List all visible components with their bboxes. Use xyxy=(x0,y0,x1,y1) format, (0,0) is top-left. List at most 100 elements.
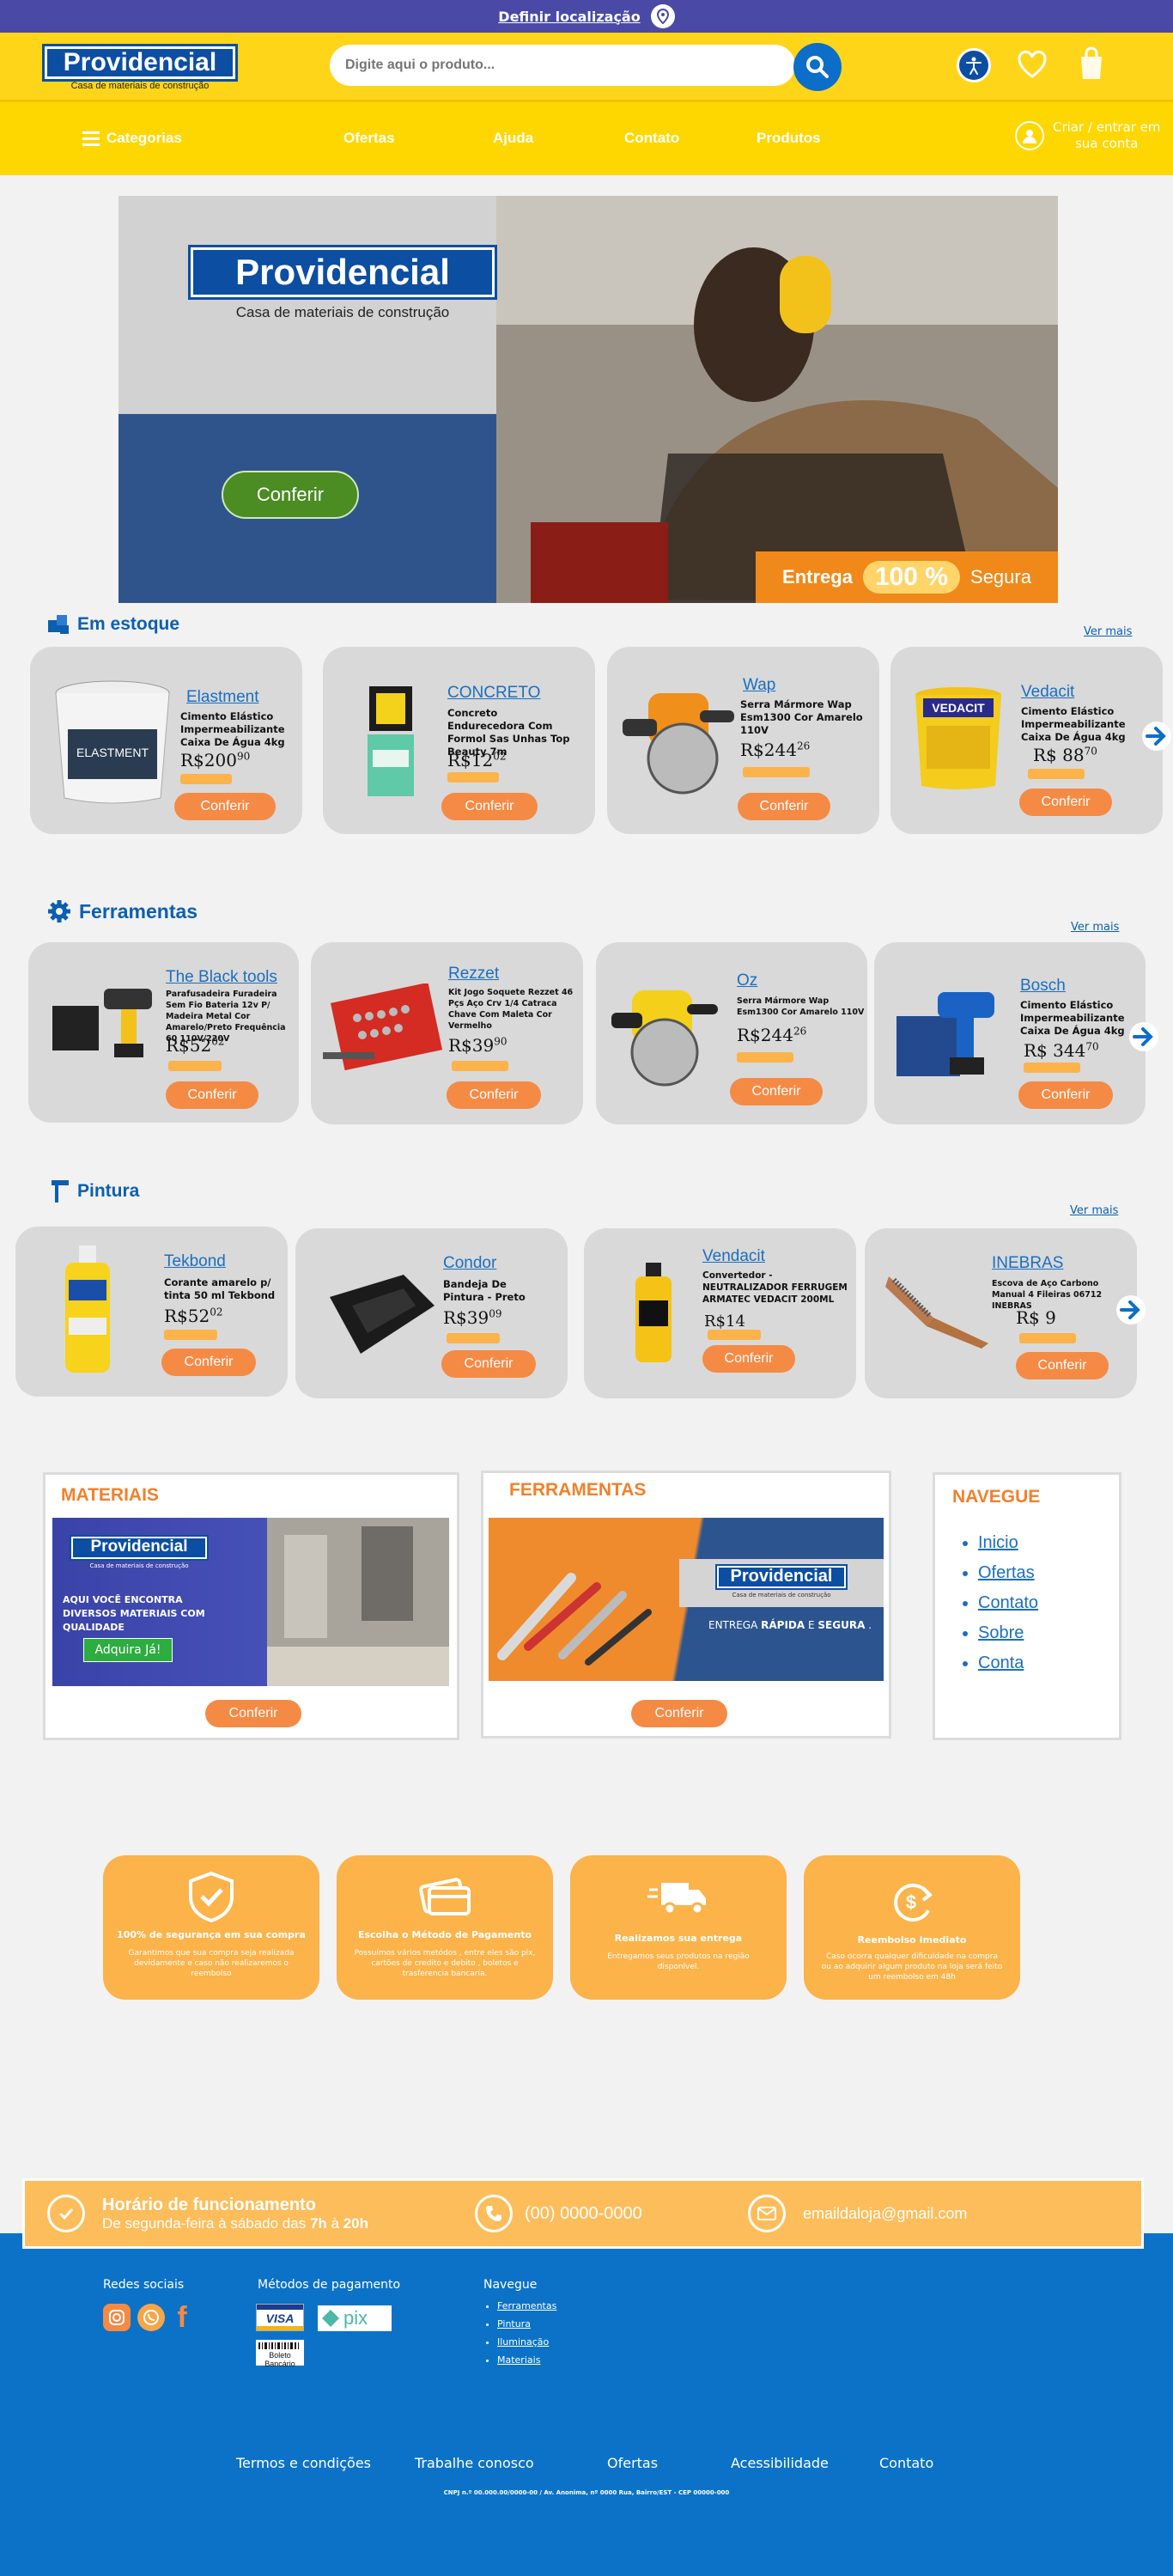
product-brand[interactable]: Oz xyxy=(737,971,757,990)
adquira-button[interactable]: Adquira Já! xyxy=(83,1638,173,1662)
product-brand[interactable]: Wap xyxy=(743,676,775,695)
whatsapp-icon[interactable] xyxy=(137,2304,165,2331)
accessibility-button[interactable] xyxy=(957,48,991,82)
product-description: Convertedor - NEUTRALIZADOR FERRUGEM ARM… xyxy=(702,1270,848,1305)
product-brand[interactable]: Elastment xyxy=(186,688,258,707)
navegue-item[interactable]: Contato xyxy=(978,1593,1038,1613)
product-brand[interactable]: INEBRAS xyxy=(992,1254,1063,1273)
product-image xyxy=(885,1276,988,1349)
footer-social-title: Redes sociais xyxy=(103,2278,185,2292)
nav-contato[interactable]: Contato xyxy=(624,130,679,147)
email-icon xyxy=(748,2195,786,2232)
conferir-button[interactable]: Conferir xyxy=(738,793,830,820)
instagram-icon[interactable] xyxy=(103,2304,131,2331)
login-link[interactable]: Criar / entrar em sua conta xyxy=(1015,119,1161,152)
carousel-next-button[interactable] xyxy=(1142,722,1171,751)
product-brand[interactable]: The Black tools xyxy=(166,968,277,987)
feature-desc: Possuímos vários metódos , entre eles sã… xyxy=(354,1949,536,1978)
footer-link[interactable]: Materiais xyxy=(497,2354,556,2366)
navegue-list: Inicio Ofertas Contato Sobre Conta xyxy=(978,1533,1038,1684)
cnpj-text: CNPJ n.º 00.000.00/0000-00 / Av. Anonima… xyxy=(443,2489,730,2496)
banner-conferir-button[interactable]: Conferir xyxy=(222,471,359,519)
product-card[interactable]: Rezzet Kit Jogo Soquete Rezzet 46 Pçs Aç… xyxy=(311,942,583,1124)
product-card[interactable]: Bosch Cimento Elástico Impermeabilizante… xyxy=(874,942,1146,1124)
favorites-heart-icon[interactable] xyxy=(1017,50,1048,79)
ferramentas-conferir-button[interactable]: Conferir xyxy=(631,1700,727,1727)
footer-ofertas-link[interactable]: Ofertas xyxy=(607,2455,658,2471)
conferir-button[interactable]: Conferir xyxy=(702,1345,795,1373)
materiais-logo: Providencial xyxy=(70,1535,209,1561)
conferir-button[interactable]: Conferir xyxy=(174,793,276,820)
conferir-button[interactable]: Conferir xyxy=(1019,789,1112,816)
footer-accessibility-link[interactable]: Acessibilidade xyxy=(731,2455,829,2471)
categories-menu[interactable]: Categorias xyxy=(82,130,182,147)
footer-work-link[interactable]: Trabalhe conosco xyxy=(415,2455,534,2471)
navegue-item[interactable]: Ofertas xyxy=(978,1563,1038,1583)
ver-mais-link[interactable]: Ver mais xyxy=(1071,921,1119,934)
location-pin-icon[interactable] xyxy=(650,4,675,28)
footer-payment-title: Métodos de pagamento xyxy=(258,2278,401,2292)
product-card[interactable]: ELASTMENT Elastment Cimento Elástico Imp… xyxy=(30,647,302,834)
shield-check-icon xyxy=(189,1871,234,1922)
product-price: R$3990 xyxy=(448,1035,507,1056)
site-logo[interactable]: Providencial xyxy=(42,44,238,82)
phone-number[interactable]: (00) 0000-0000 xyxy=(525,2204,748,2224)
footer-contato-link[interactable]: Contato xyxy=(879,2455,933,2471)
conferir-button[interactable]: Conferir xyxy=(447,1081,541,1109)
nav-ajuda[interactable]: Ajuda xyxy=(493,130,533,147)
carousel-next-button[interactable] xyxy=(1129,1022,1158,1051)
product-price: R$ 8870 xyxy=(1033,745,1097,765)
conferir-button[interactable]: Conferir xyxy=(166,1081,258,1109)
product-card[interactable]: Tekbond Corante amarelo p/ tinta 50 ml T… xyxy=(15,1227,288,1397)
svg-text:$: $ xyxy=(906,1891,916,1913)
conferir-button[interactable]: Conferir xyxy=(1016,1352,1109,1379)
hours-title: Horário de funcionamento xyxy=(102,2195,316,2214)
navegue-item[interactable]: Conta xyxy=(978,1653,1038,1673)
nav-ofertas[interactable]: Ofertas xyxy=(343,130,395,147)
carousel-next-button[interactable] xyxy=(1116,1295,1146,1325)
product-card[interactable]: CONCRETO Concreto Endurecedora Com Formo… xyxy=(323,647,595,834)
footer-navegue-title: Navegue xyxy=(483,2278,538,2292)
footer-link[interactable]: Ferramentas xyxy=(497,2300,556,2311)
conferir-button[interactable]: Conferir xyxy=(161,1349,256,1376)
ver-mais-link[interactable]: Ver mais xyxy=(1070,1204,1118,1217)
conferir-button[interactable]: Conferir xyxy=(441,793,538,820)
feature-desc: Entregamos seus produtos na região dispo… xyxy=(607,1952,750,1971)
footer-link[interactable]: Pintura xyxy=(497,2318,556,2329)
shopping-bag-icon[interactable] xyxy=(1077,46,1106,81)
hamburger-icon xyxy=(82,131,100,146)
ver-mais-link[interactable]: Ver mais xyxy=(1084,625,1132,638)
product-card[interactable]: INEBRAS Escova de Aço Carbono Manual 4 F… xyxy=(865,1228,1137,1398)
navegue-item[interactable]: Sobre xyxy=(978,1623,1038,1643)
nav-produtos[interactable]: Produtos xyxy=(757,130,821,147)
segura-label: Segura xyxy=(970,566,1031,588)
footer-terms-link[interactable]: Termos e condições xyxy=(236,2455,371,2471)
product-brand[interactable]: Condor xyxy=(443,1254,496,1273)
product-card[interactable]: The Black tools Parafusadeira Furadeira … xyxy=(28,942,299,1123)
product-card[interactable]: Oz Serra Mármore Wap Esm1300 Cor Amarelo… xyxy=(596,942,867,1124)
product-card[interactable]: Vendacit Convertedor - NEUTRALIZADOR FER… xyxy=(584,1228,856,1398)
search-button[interactable] xyxy=(793,43,842,91)
navegue-item[interactable]: Inicio xyxy=(978,1533,1038,1553)
product-brand[interactable]: Tekbond xyxy=(164,1252,226,1271)
product-card[interactable]: Condor Bandeja De Pintura - Preto R$3909… xyxy=(295,1228,568,1398)
product-description: Cimento Elástico Impermeabilizante Caixa… xyxy=(1021,705,1126,743)
search-input[interactable] xyxy=(345,58,723,73)
product-brand[interactable]: CONCRETO xyxy=(447,684,540,703)
product-brand[interactable]: Vendacit xyxy=(702,1247,765,1266)
user-icon xyxy=(1015,121,1044,150)
email-address[interactable]: emaildaloja@gmail.com xyxy=(803,2205,967,2223)
set-location-link[interactable]: Definir localização xyxy=(498,9,640,25)
product-card[interactable]: Wap Serra Mármore Wap Esm1300 Cor Amarel… xyxy=(607,647,879,834)
product-card[interactable]: VEDACIT Vedacit Cimento Elástico Imperme… xyxy=(890,647,1163,834)
product-brand[interactable]: Rezzet xyxy=(448,965,499,984)
facebook-icon[interactable]: f xyxy=(172,2301,192,2334)
product-brand[interactable]: Bosch xyxy=(1020,977,1066,996)
conferir-button[interactable]: Conferir xyxy=(730,1078,823,1105)
materiais-conferir-button[interactable]: Conferir xyxy=(205,1700,301,1727)
product-brand[interactable]: Vedacit xyxy=(1021,683,1074,702)
footer-link[interactable]: Iluminação xyxy=(497,2336,556,2348)
conferir-button[interactable]: Conferir xyxy=(1018,1081,1113,1109)
conferir-button[interactable]: Conferir xyxy=(441,1350,536,1378)
product-price: R$5202 xyxy=(166,1035,225,1056)
